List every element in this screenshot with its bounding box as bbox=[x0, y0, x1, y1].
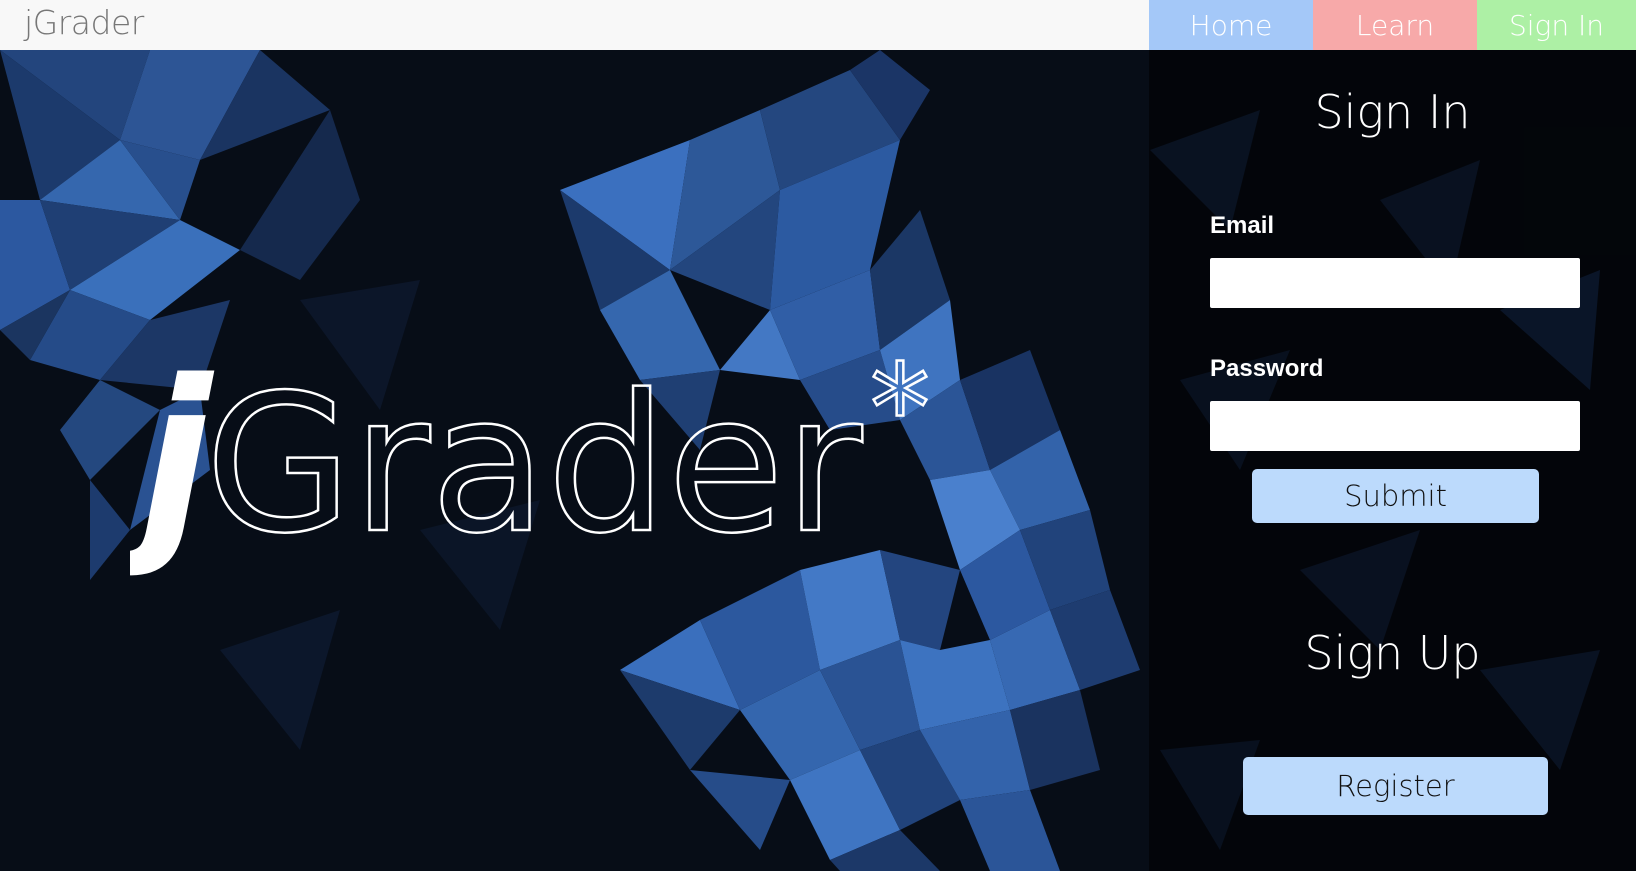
signup-heading: Sign Up bbox=[1304, 626, 1481, 680]
brand-logo[interactable]: jGrader bbox=[24, 3, 144, 42]
hero-logo: j Grader * bbox=[113, 335, 970, 605]
logo-word-grader: Grader bbox=[205, 354, 863, 575]
nav-signin-link[interactable]: Sign In bbox=[1477, 0, 1636, 50]
logo-initial-j: j bbox=[130, 340, 215, 580]
email-label: Email bbox=[1210, 212, 1275, 239]
nav-learn-link[interactable]: Learn bbox=[1313, 0, 1477, 50]
auth-side-panel bbox=[1149, 50, 1636, 871]
signin-heading: Sign In bbox=[1314, 85, 1471, 139]
email-field[interactable] bbox=[1210, 258, 1580, 308]
top-nav-bar: jGrader Home Learn Sign In bbox=[0, 0, 1636, 50]
password-label: Password bbox=[1210, 355, 1324, 382]
hero-logo-text: j Grader * bbox=[113, 335, 931, 580]
nav-home-link[interactable]: Home bbox=[1149, 0, 1313, 50]
register-button[interactable]: Register bbox=[1243, 757, 1548, 815]
logo-asterisk: * bbox=[870, 340, 930, 479]
submit-button[interactable]: Submit bbox=[1252, 469, 1539, 523]
password-field[interactable] bbox=[1210, 401, 1580, 451]
